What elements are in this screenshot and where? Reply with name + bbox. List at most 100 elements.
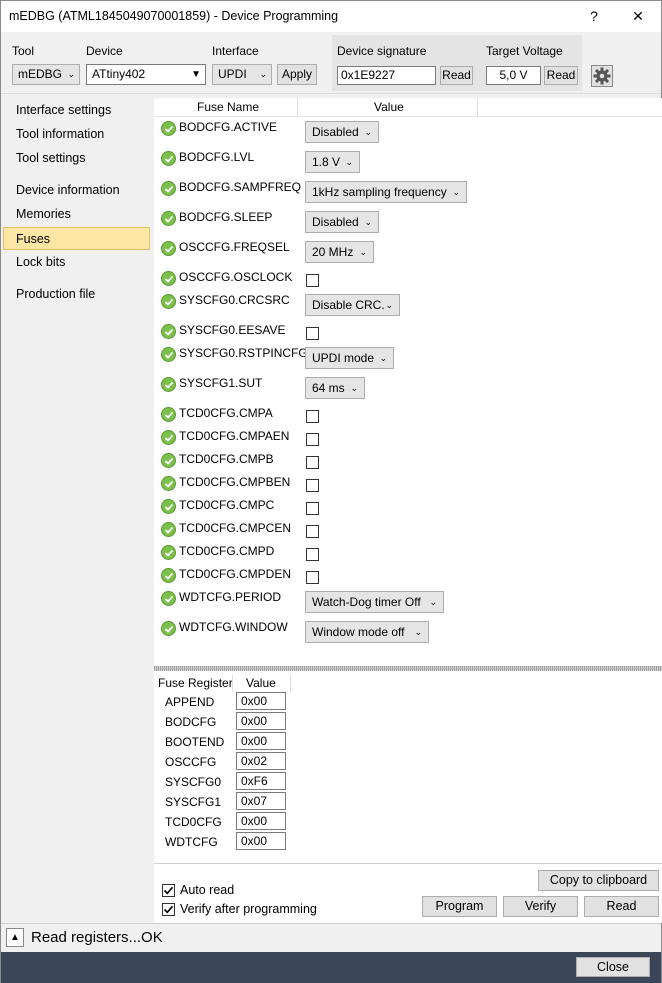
check-ok-icon: [161, 621, 176, 636]
register-value-field[interactable]: 0xF6: [236, 772, 286, 790]
register-name: OSCCFG: [165, 755, 217, 769]
check-ok-icon: [161, 324, 176, 339]
status-text: Read registers...OK: [31, 929, 163, 946]
fuse-name: BODCFG.SLEEP: [179, 210, 273, 224]
register-row: WDTCFG 0x00: [154, 832, 354, 852]
fuse-checkbox[interactable]: [306, 548, 319, 561]
fuse-name: TCD0CFG.CMPC: [179, 498, 275, 512]
auto-read-checkbox[interactable]: [162, 884, 175, 897]
window-close-button[interactable]: ✕: [616, 1, 660, 32]
apply-button[interactable]: Apply: [277, 64, 317, 85]
sidebar-item-production-file[interactable]: Production file: [3, 283, 150, 306]
sidebar-item-tool-settings[interactable]: Tool settings: [3, 147, 150, 170]
fuse-row: TCD0CFG.CMPBEN: [154, 473, 662, 496]
sidebar-item-memories[interactable]: Memories: [3, 203, 150, 226]
fuse-checkbox[interactable]: [306, 571, 319, 584]
chevron-down-icon: ⌄: [364, 127, 372, 137]
register-value-field[interactable]: 0x02: [236, 752, 286, 770]
signature-read-button[interactable]: Read: [440, 66, 473, 85]
settings-button[interactable]: [591, 65, 613, 87]
register-value-column-header: Value: [246, 676, 276, 690]
check-ok-icon: [161, 151, 176, 166]
program-button[interactable]: Program: [422, 896, 497, 917]
register-row: BODCFG 0x00: [154, 712, 354, 732]
fuse-value-select[interactable]: 20 MHz ⌄: [305, 241, 374, 263]
register-row: SYSCFG0 0xF6: [154, 772, 354, 792]
tool-label: Tool: [12, 44, 35, 58]
fuse-row: BODCFG.ACTIVE Disabled ⌄: [154, 118, 662, 143]
copy-to-clipboard-button[interactable]: Copy to clipboard: [538, 870, 659, 891]
fuse-value-select[interactable]: 64 ms ⌄: [305, 377, 365, 399]
fuse-value-select[interactable]: Disabled ⌄: [305, 211, 379, 233]
fuse-row: SYSCFG0.CRCSRC Disable CRC. ⌄: [154, 291, 662, 316]
sidebar-item-interface-settings[interactable]: Interface settings: [3, 99, 150, 122]
device-select[interactable]: ATtiny402 ▼: [86, 64, 206, 85]
register-name: APPEND: [165, 695, 215, 709]
chevron-down-icon: ⌄: [359, 247, 367, 257]
verify-button[interactable]: Verify: [503, 896, 578, 917]
check-ok-icon: [161, 476, 176, 491]
interface-select[interactable]: UPDI ⌄: [212, 64, 272, 85]
fuse-name: OSCCFG.FREQSEL: [179, 240, 290, 254]
fuse-checkbox[interactable]: [306, 502, 319, 515]
voltage-read-button[interactable]: Read: [544, 66, 578, 85]
column-divider: [477, 98, 478, 117]
fuse-checkbox[interactable]: [306, 327, 319, 340]
fuse-value-column-header: Value: [374, 100, 404, 114]
check-ok-icon: [161, 522, 176, 537]
fuse-checkbox[interactable]: [306, 525, 319, 538]
window-title: mEDBG (ATML1845049070001859) - Device Pr…: [9, 9, 339, 23]
read-button[interactable]: Read: [584, 896, 659, 917]
help-button[interactable]: ?: [572, 1, 616, 32]
fuse-value-select[interactable]: Disabled ⌄: [305, 121, 379, 143]
fuse-value-select[interactable]: 1kHz sampling frequency ⌄: [305, 181, 467, 203]
register-value-field[interactable]: 0x07: [236, 792, 286, 810]
check-ok-icon: [161, 453, 176, 468]
check-ok-icon: [161, 545, 176, 560]
sidebar-item-device-information[interactable]: Device information: [3, 179, 150, 202]
register-name: TCD0CFG: [165, 815, 222, 829]
fuse-name: BODCFG.ACTIVE: [179, 120, 278, 134]
verify-after-programming-checkbox[interactable]: [162, 903, 175, 916]
fuse-checkbox[interactable]: [306, 274, 319, 287]
fuse-row: SYSCFG0.EESAVE: [154, 321, 662, 344]
fuse-checkbox[interactable]: [306, 433, 319, 446]
fuse-name: BODCFG.SAMPFREQ: [179, 180, 302, 194]
fuse-value-select[interactable]: UPDI mode ⌄: [305, 347, 394, 369]
register-value-field[interactable]: 0x00: [236, 732, 286, 750]
register-value-field[interactable]: 0x00: [236, 712, 286, 730]
device-label: Device: [86, 44, 123, 58]
fuse-table-header: Fuse Name Value: [154, 98, 662, 117]
fuse-value-select[interactable]: 1.8 V ⌄: [305, 151, 360, 173]
column-divider: [290, 675, 291, 692]
fuse-checkbox[interactable]: [306, 410, 319, 423]
register-value-field[interactable]: 0x00: [236, 832, 286, 850]
register-name: BODCFG: [165, 715, 217, 729]
register-value-field[interactable]: 0x00: [236, 692, 286, 710]
fuse-checkbox[interactable]: [306, 456, 319, 469]
check-ok-icon: [161, 211, 176, 226]
sidebar-item-lock-bits[interactable]: Lock bits: [3, 251, 150, 274]
fuse-value-select[interactable]: Watch-Dog timer Off ⌄: [305, 591, 444, 613]
fuse-value-select[interactable]: Window mode off ⌄: [305, 621, 429, 643]
fuse-name: TCD0CFG.CMPCEN: [179, 521, 292, 535]
fuse-checkbox[interactable]: [306, 479, 319, 492]
fuse-name: TCD0CFG.CMPD: [179, 544, 275, 558]
register-row: OSCCFG 0x02: [154, 752, 354, 772]
chevron-down-icon: ⌄: [345, 157, 353, 167]
interface-label: Interface: [212, 44, 259, 58]
fuse-row: BODCFG.LVL 1.8 V ⌄: [154, 148, 662, 173]
close-button[interactable]: Close: [576, 957, 650, 977]
panel-splitter[interactable]: [154, 666, 662, 671]
expand-log-button[interactable]: ▲: [6, 928, 24, 947]
sidebar-item-tool-information[interactable]: Tool information: [3, 123, 150, 146]
sidebar-item-fuses[interactable]: Fuses: [3, 227, 150, 250]
tool-select[interactable]: mEDBG ⌄: [12, 64, 80, 85]
register-row: SYSCFG1 0x07: [154, 792, 354, 812]
fuse-value-select[interactable]: Disable CRC. ⌄: [305, 294, 400, 316]
check-ok-icon: [161, 241, 176, 256]
register-value-field[interactable]: 0x00: [236, 812, 286, 830]
register-name: BOOTEND: [165, 735, 225, 749]
fuse-row: TCD0CFG.CMPCEN: [154, 519, 662, 542]
fuse-name: TCD0CFG.CMPAEN: [179, 429, 290, 443]
